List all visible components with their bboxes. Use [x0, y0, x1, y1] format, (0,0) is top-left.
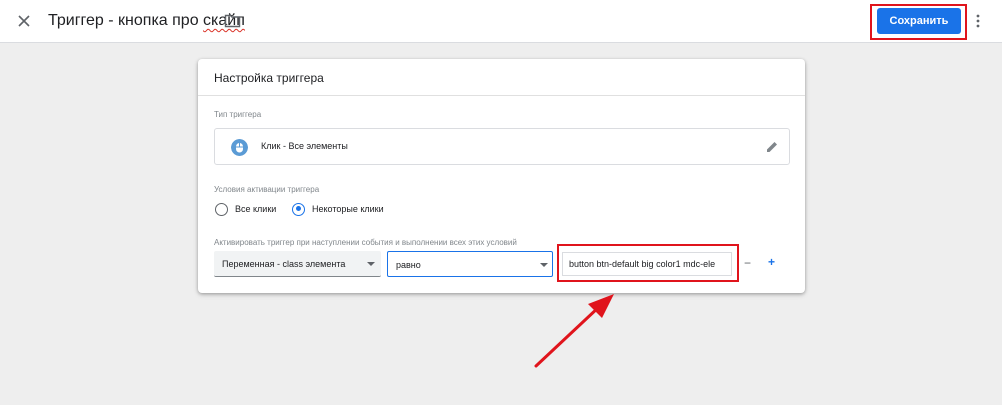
radio-some-clicks-label: Некоторые клики	[312, 204, 384, 214]
variable-select[interactable]: Переменная - class элемента	[214, 251, 381, 277]
radio-button[interactable]	[215, 202, 228, 216]
radio-all-clicks[interactable]: Все клики	[215, 201, 276, 217]
value-highlight-box	[557, 244, 739, 282]
trigger-type-label: Тип триггера	[214, 110, 262, 119]
annotation-arrow-icon	[534, 294, 614, 368]
trigger-type-selector[interactable]: Клик - Все элементы	[214, 128, 790, 165]
page-title[interactable]: Триггер - кнопка про скайп	[48, 12, 245, 30]
remove-condition-button[interactable]: −	[744, 256, 751, 270]
trigger-type-value: Клик - Все элементы	[261, 141, 348, 151]
chevron-down-icon	[367, 262, 375, 266]
card-header: Настройка триггера	[198, 59, 805, 96]
radio-all-clicks-label: Все клики	[235, 204, 277, 214]
edit-pencil-icon[interactable]	[765, 140, 779, 154]
click-icon	[231, 139, 248, 156]
save-button[interactable]: Сохранить	[877, 8, 961, 34]
operator-select-value: равно	[396, 260, 421, 270]
more-vert-icon[interactable]	[975, 13, 981, 29]
radio-some-clicks[interactable]: Некоторые клики	[292, 201, 384, 217]
radio-button-checked[interactable]	[292, 202, 305, 216]
folder-icon[interactable]	[224, 13, 241, 28]
title-text: Триггер - кнопка про	[48, 12, 204, 29]
top-bar: Триггер - кнопка про скайп Сохранить	[0, 0, 1002, 43]
chevron-down-icon	[540, 263, 548, 267]
close-icon[interactable]	[14, 11, 34, 31]
filter-conditions-label: Активировать триггер при наступлении соб…	[214, 238, 517, 247]
card-title: Настройка триггера	[214, 71, 324, 85]
add-condition-button[interactable]: +	[768, 255, 775, 269]
operator-select[interactable]: равно	[387, 251, 553, 277]
variable-select-value: Переменная - class элемента	[222, 259, 346, 269]
activation-conditions-label: Условия активации триггера	[214, 185, 320, 194]
